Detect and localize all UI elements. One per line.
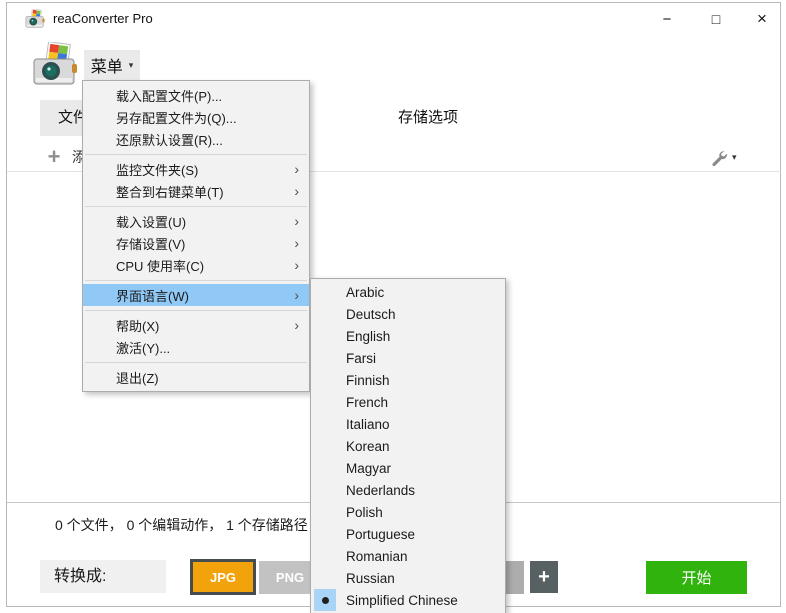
language-label: Magyar (346, 461, 391, 476)
menu-item-activate[interactable]: 激活(Y)... (83, 336, 309, 358)
format-jpg-label: JPG (210, 570, 236, 585)
menu-button[interactable]: 菜单 ▾ (84, 50, 140, 80)
language-label: English (346, 329, 390, 344)
convert-to-label: 转换成: (40, 560, 166, 593)
close-icon: × (757, 9, 767, 29)
plus-icon: + (538, 566, 550, 589)
menu-item-label: 界面语言(W) (116, 286, 189, 305)
submenu-arrow-icon: › (294, 236, 299, 250)
menu-item-load-config[interactable]: 载入配置文件(P)... (83, 84, 309, 106)
wrench-icon (710, 149, 727, 166)
language-label: Deutsch (346, 307, 396, 322)
menu-item-label: CPU 使用率(C) (116, 256, 204, 275)
language-item-portuguese[interactable]: Portuguese (311, 523, 505, 545)
menu-separator (85, 206, 307, 207)
menu-item-load-settings[interactable]: 载入设置(U) › (83, 210, 309, 232)
language-item-nederlands[interactable]: Nederlands (311, 479, 505, 501)
dropdown-arrow-icon: ▾ (129, 60, 134, 71)
language-label: Portuguese (346, 527, 415, 542)
language-item-romanian[interactable]: Romanian (311, 545, 505, 567)
submenu-arrow-icon: › (294, 214, 299, 228)
maximize-icon: □ (712, 11, 720, 27)
format-png-label: PNG (276, 570, 304, 585)
menu-separator (85, 310, 307, 311)
status-text: 0 个文件， 0 个编辑动作， 1 个存储路径 (55, 515, 308, 535)
submenu-arrow-icon: › (294, 288, 299, 302)
language-item-polish[interactable]: Polish (311, 501, 505, 523)
language-label: Simplified Chinese (346, 593, 458, 608)
plus-icon: + (44, 144, 64, 170)
language-item-finnish[interactable]: Finnish (311, 369, 505, 391)
language-submenu: Arabic Deutsch English Farsi Finnish Fre… (310, 278, 506, 613)
language-label: Russian (346, 571, 395, 586)
close-button[interactable]: × (740, 3, 784, 35)
menu-item-restore-defaults[interactable]: 还原默认设置(R)... (83, 128, 309, 150)
main-menu: 载入配置文件(P)... 另存配置文件为(Q)... 还原默认设置(R)... … (82, 80, 310, 392)
language-item-deutsch[interactable]: Deutsch (311, 303, 505, 325)
add-format-button[interactable]: + (530, 561, 558, 593)
app-logo-icon (25, 9, 45, 29)
submenu-arrow-icon: › (294, 184, 299, 198)
submenu-arrow-icon: › (294, 318, 299, 332)
submenu-arrow-icon: › (294, 258, 299, 272)
start-button-label: 开始 (681, 567, 711, 588)
language-item-italiano[interactable]: Italiano (311, 413, 505, 435)
menu-item-help[interactable]: 帮助(X) › (83, 314, 309, 336)
language-item-french[interactable]: French (311, 391, 505, 413)
menu-item-cpu-usage[interactable]: CPU 使用率(C) › (83, 254, 309, 276)
menu-item-exit[interactable]: 退出(Z) (83, 366, 309, 388)
window-title: reaConverter Pro (53, 11, 153, 26)
language-item-korean[interactable]: Korean (311, 435, 505, 457)
menu-item-label: 整合到右键菜单(T) (116, 182, 224, 201)
format-button-jpg[interactable]: JPG (190, 559, 256, 595)
submenu-arrow-icon: › (294, 162, 299, 176)
menu-item-label: 载入设置(U) (116, 212, 186, 231)
settings-dropdown-button[interactable]: ▾ (710, 147, 737, 167)
minimize-icon: − (663, 11, 672, 28)
dropdown-arrow-icon: ▾ (732, 152, 737, 163)
app-root: reaConverter Pro − □ × 菜单 ▾ 文件 存储选项 + 添加… (0, 0, 786, 613)
language-item-farsi[interactable]: Farsi (311, 347, 505, 369)
language-label: Finnish (346, 373, 390, 388)
menu-item-label: 另存配置文件为(Q)... (116, 108, 237, 127)
menu-item-label: 存储设置(V) (116, 234, 185, 253)
menu-item-label: 帮助(X) (116, 316, 159, 335)
menu-separator (85, 154, 307, 155)
language-label: Italiano (346, 417, 390, 432)
start-button[interactable]: 开始 (646, 561, 747, 594)
language-item-english[interactable]: English (311, 325, 505, 347)
language-label: Romanian (346, 549, 408, 564)
menu-item-save-config-as[interactable]: 另存配置文件为(Q)... (83, 106, 309, 128)
menu-item-interface-language[interactable]: 界面语言(W) › (83, 284, 309, 306)
language-label: Farsi (346, 351, 376, 366)
menu-item-label: 载入配置文件(P)... (116, 86, 222, 105)
menu-item-save-settings[interactable]: 存储设置(V) › (83, 232, 309, 254)
language-label: Polish (346, 505, 383, 520)
language-item-russian[interactable]: Russian (311, 567, 505, 589)
language-item-simplified-chinese[interactable]: Simplified Chinese (311, 589, 505, 611)
language-item-arabic[interactable]: Arabic (311, 281, 505, 303)
tab-saving-label: 存储选项 (398, 109, 458, 126)
tab-saving-options[interactable]: 存储选项 (380, 100, 660, 136)
menu-item-label: 激活(Y)... (116, 338, 170, 357)
language-label: Korean (346, 439, 390, 454)
menu-item-label: 监控文件夹(S) (116, 160, 198, 179)
language-label: French (346, 395, 388, 410)
language-item-magyar[interactable]: Magyar (311, 457, 505, 479)
menu-item-context-menu-integration[interactable]: 整合到右键菜单(T) › (83, 180, 309, 202)
menu-item-watch-folders[interactable]: 监控文件夹(S) › (83, 158, 309, 180)
language-label: Arabic (346, 285, 384, 300)
maximize-button[interactable]: □ (694, 3, 738, 35)
menu-item-label: 还原默认设置(R)... (116, 130, 223, 149)
selected-language-indicator (314, 589, 336, 611)
titlebar: reaConverter Pro − □ × (7, 3, 780, 35)
menu-item-label: 退出(Z) (116, 368, 159, 387)
menu-separator (85, 280, 307, 281)
minimize-button[interactable]: − (645, 3, 689, 35)
menu-separator (85, 362, 307, 363)
radio-dot-icon (322, 597, 329, 604)
language-label: Nederlands (346, 483, 415, 498)
menu-button-label: 菜单 (91, 53, 123, 77)
app-logo-icon-large (32, 42, 78, 88)
